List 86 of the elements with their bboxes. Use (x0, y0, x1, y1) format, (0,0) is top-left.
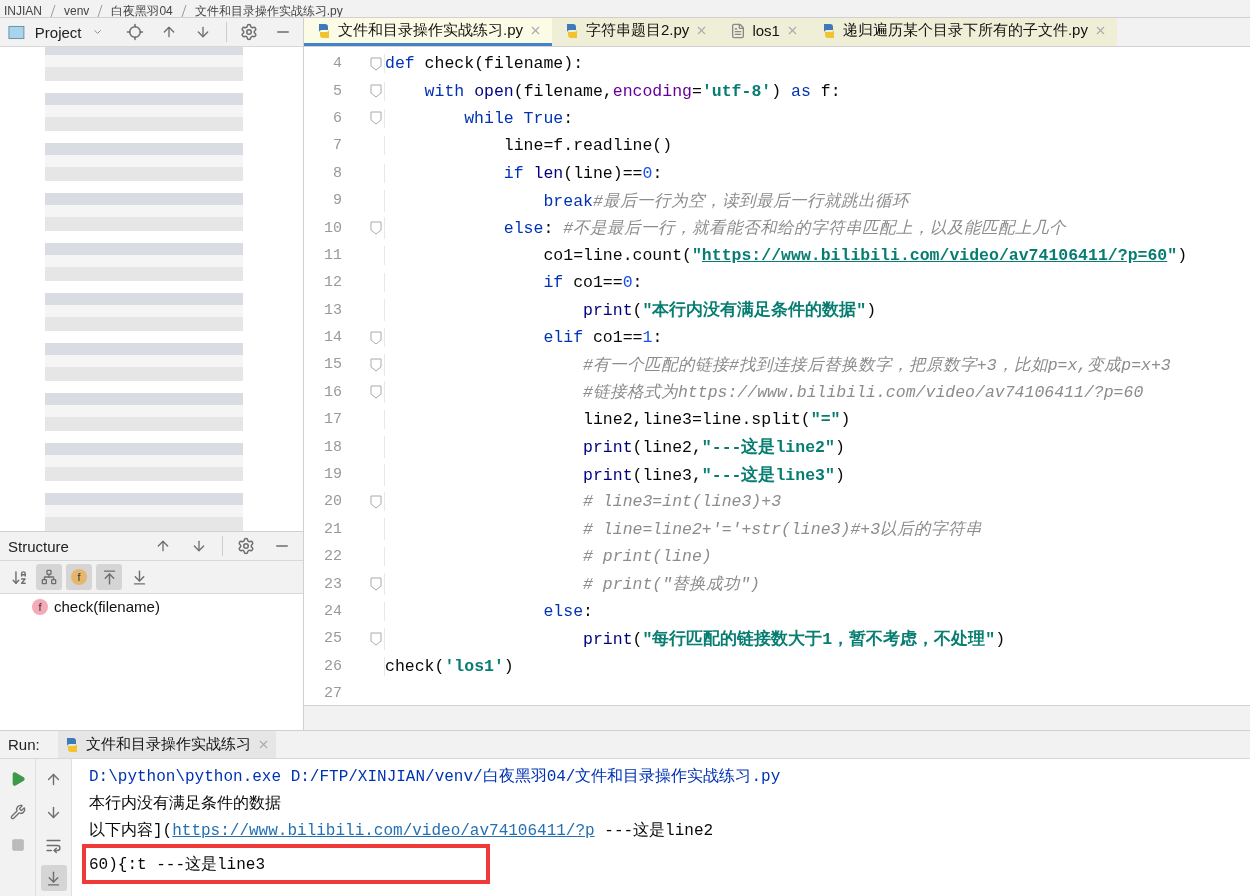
fold-marker-icon[interactable] (370, 56, 382, 71)
run-tab[interactable]: 文件和目录操作实战练习 (57, 731, 276, 758)
fold-marker-icon[interactable] (370, 111, 382, 126)
code-line: check('los1') (384, 656, 514, 676)
code-line: co1=line.count("https://www.bilibili.com/video/av74106411/?p=60") (384, 245, 1188, 265)
code-line: print(line3,"---这是line3") (384, 463, 845, 486)
breadcrumb-item[interactable]: venv (64, 5, 90, 17)
line-number: 26 (323, 657, 342, 675)
function-filter-icon[interactable]: f (66, 564, 92, 590)
line-number: 24 (323, 603, 342, 620)
line-number: 12 (323, 274, 342, 292)
path-separator-icon (97, 5, 104, 17)
line-number: 21 (323, 520, 342, 538)
editor-tab[interactable]: los1 (718, 18, 809, 46)
line-number: 7 (332, 137, 342, 155)
text-file-icon (730, 22, 747, 39)
line-number: 17 (323, 411, 342, 429)
editor-tab[interactable]: 文件和目录操作实战练习.py (304, 18, 552, 46)
hierarchy-icon[interactable] (36, 564, 62, 590)
code-line: line2,line3=line.split("=") (384, 410, 851, 430)
code-line: #链接格式为https://www.bilibili.com/video/av74106411/?p=60 (384, 381, 1144, 404)
line-number: 11 (323, 246, 342, 264)
scroll-to-end-icon[interactable] (40, 865, 67, 891)
arrow-up-bar-icon[interactable] (96, 564, 122, 590)
python-file-icon (316, 22, 332, 39)
line-number: 19 (323, 466, 342, 484)
fold-marker-icon[interactable] (370, 385, 382, 400)
line-number: 8 (332, 164, 342, 182)
line-number: 22 (323, 548, 342, 566)
fold-marker-icon[interactable] (370, 577, 382, 592)
panel-title: Structure (8, 537, 69, 555)
code-line: print(line2,"---这是line2") (384, 436, 845, 459)
fold-marker-icon[interactable] (370, 330, 382, 345)
line-number: 13 (323, 301, 342, 319)
fold-marker-icon[interactable] (370, 358, 382, 372)
code-line: else: (384, 602, 593, 621)
line-number: 9 (332, 192, 342, 210)
function-icon: f (32, 598, 48, 615)
line-number: 20 (323, 493, 342, 511)
code-line: #有一个匹配的链接#找到连接后替换数字，把原数字+3，比如p=x,变成p=x+3 (384, 354, 1171, 376)
code-line: elif co1==1: (384, 328, 663, 348)
console-line: D:\python\python.exe D:/FTP/XINJIAN/venv/白夜黑羽04/文件和目录操作实战练习.py (89, 766, 782, 788)
python-file-icon (564, 22, 580, 39)
editor-tab[interactable]: 递归遍历某个目录下所有的子文件.py (808, 18, 1117, 46)
line-number: 27 (323, 685, 342, 703)
breadcrumb-item[interactable]: 白夜黑羽04 (111, 5, 173, 17)
code-line: print("本行内没有满足条件的数据") (384, 299, 877, 322)
line-number: 16 (323, 383, 342, 401)
code-line: break#最后一行为空，读到最后一行就跳出循环 (384, 189, 909, 212)
code-line: # line=line2+'='+str(line3)#+3以后的字符串 (384, 518, 983, 541)
line-number: 5 (332, 82, 342, 100)
fold-marker-icon[interactable] (370, 221, 382, 236)
editor-tab[interactable]: 字符串题目2.py (552, 18, 719, 46)
code-line: if co1==0: (384, 273, 643, 293)
fold-marker-icon[interactable] (370, 631, 382, 646)
code-line: if len(line)==0: (384, 163, 663, 183)
line-number: 18 (323, 438, 342, 456)
code-line: # line3=int(line3)+3 (384, 492, 782, 512)
line-number: 4 (332, 55, 342, 73)
fold-marker-icon[interactable] (370, 84, 382, 99)
line-number: 6 (332, 109, 342, 127)
close-icon[interactable] (529, 24, 542, 37)
line-number: 15 (323, 356, 342, 374)
line-number: 23 (323, 575, 342, 593)
code-line: def check(filename): (384, 54, 584, 74)
tree-item[interactable]: check(filename) (54, 598, 160, 615)
breadcrumb-item[interactable]: INJIAN (4, 5, 42, 17)
line-number: 10 (323, 219, 342, 237)
code-line: while True: (384, 108, 574, 128)
line-number: 14 (323, 329, 342, 347)
panel-title[interactable]: Project (34, 23, 82, 41)
code-line: line=f.readline() (384, 136, 673, 156)
line-number: 25 (323, 630, 342, 648)
code-line: # print(line) (384, 547, 712, 567)
path-separator-icon (180, 5, 187, 17)
window-icon (8, 24, 25, 40)
console-line: 本行内没有满足条件的数据 (89, 794, 282, 815)
panel-title: Run: (8, 736, 40, 753)
code-line: with open(filename,encoding='utf-8') as f: (384, 81, 841, 101)
path-separator-icon (50, 5, 56, 17)
code-line: else: #不是最后一行，就看能否和给的字符串匹配上，以及能匹配上几个 (384, 217, 1067, 240)
code-line: # print("替换成功") (384, 573, 760, 596)
console-line: 以下内容](https://www.bilibili.com/video/av74106411/?p ---这是line2 (89, 820, 715, 842)
breadcrumb-item[interactable]: 文件和目录操作实战练习.py (194, 5, 343, 17)
fold-marker-icon[interactable] (370, 494, 382, 509)
code-line: print("每行匹配的链接数大于1，暂不考虑，不处理") (384, 627, 1006, 650)
